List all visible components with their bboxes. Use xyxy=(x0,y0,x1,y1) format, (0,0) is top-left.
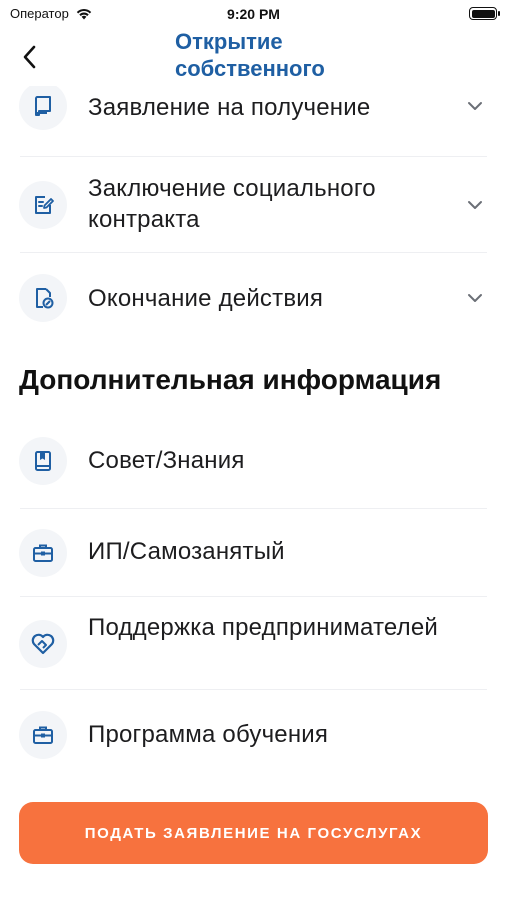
briefcase-icon xyxy=(19,529,67,577)
step-label: Заявление на получение xyxy=(88,94,371,121)
step-row-application[interactable]: Заявление на получение xyxy=(0,86,507,157)
cta-label: ПОДАТЬ ЗАЯВЛЕНИЕ НА ГОСУСЛУГАХ xyxy=(84,824,423,842)
scroll-area[interactable]: Заявление на получение Заключение социал… xyxy=(0,86,507,786)
step-row-social-contract[interactable]: Заключение социального контракта xyxy=(0,157,507,253)
chevron-down-icon xyxy=(467,98,483,114)
status-time: 9:20 PM xyxy=(227,6,280,22)
book-icon xyxy=(19,437,67,485)
info-row-training[interactable]: Программа обучения xyxy=(0,690,507,780)
section-header: Дополнительная информация xyxy=(0,343,507,431)
chevron-down-icon xyxy=(467,197,483,213)
scroll-content: Заявление на получение Заключение социал… xyxy=(0,86,507,780)
edit-document-icon xyxy=(19,181,67,229)
page-title: Открытие собственного xyxy=(175,29,325,81)
heart-handshake-icon xyxy=(19,620,67,668)
file-clock-icon xyxy=(19,274,67,322)
section-title: Дополнительная информация xyxy=(19,364,442,395)
info-row-self-employed[interactable]: ИП/Самозанятый xyxy=(0,509,507,597)
chevron-down-icon xyxy=(467,290,483,306)
step-label: Заключение социального контракта xyxy=(88,175,376,233)
info-label: Программа обучения xyxy=(88,721,329,748)
battery-icon xyxy=(469,7,500,20)
apply-gosuslugi-button[interactable]: ПОДАТЬ ЗАЯВЛЕНИЕ НА ГОСУСЛУГАХ xyxy=(19,802,488,864)
info-label: Совет/Знания xyxy=(88,447,245,474)
chevron-left-icon xyxy=(23,45,36,69)
status-bar: Оператор 9:20 PM xyxy=(0,0,507,28)
info-row-entrepreneur-support[interactable]: Поддержка предпринимателей xyxy=(0,597,507,690)
document-icon xyxy=(19,86,67,130)
info-row-advice[interactable]: Совет/Знания xyxy=(0,431,507,509)
info-label: Поддержка предпринимателей xyxy=(88,614,439,641)
step-row-expiration[interactable]: Окончание действия xyxy=(0,253,507,343)
back-button[interactable] xyxy=(14,42,44,72)
step-label: Окончание действия xyxy=(88,285,324,312)
info-label: ИП/Самозанятый xyxy=(88,538,285,565)
nav-bar: Открытие собственного xyxy=(0,28,507,86)
briefcase-icon xyxy=(19,711,67,759)
